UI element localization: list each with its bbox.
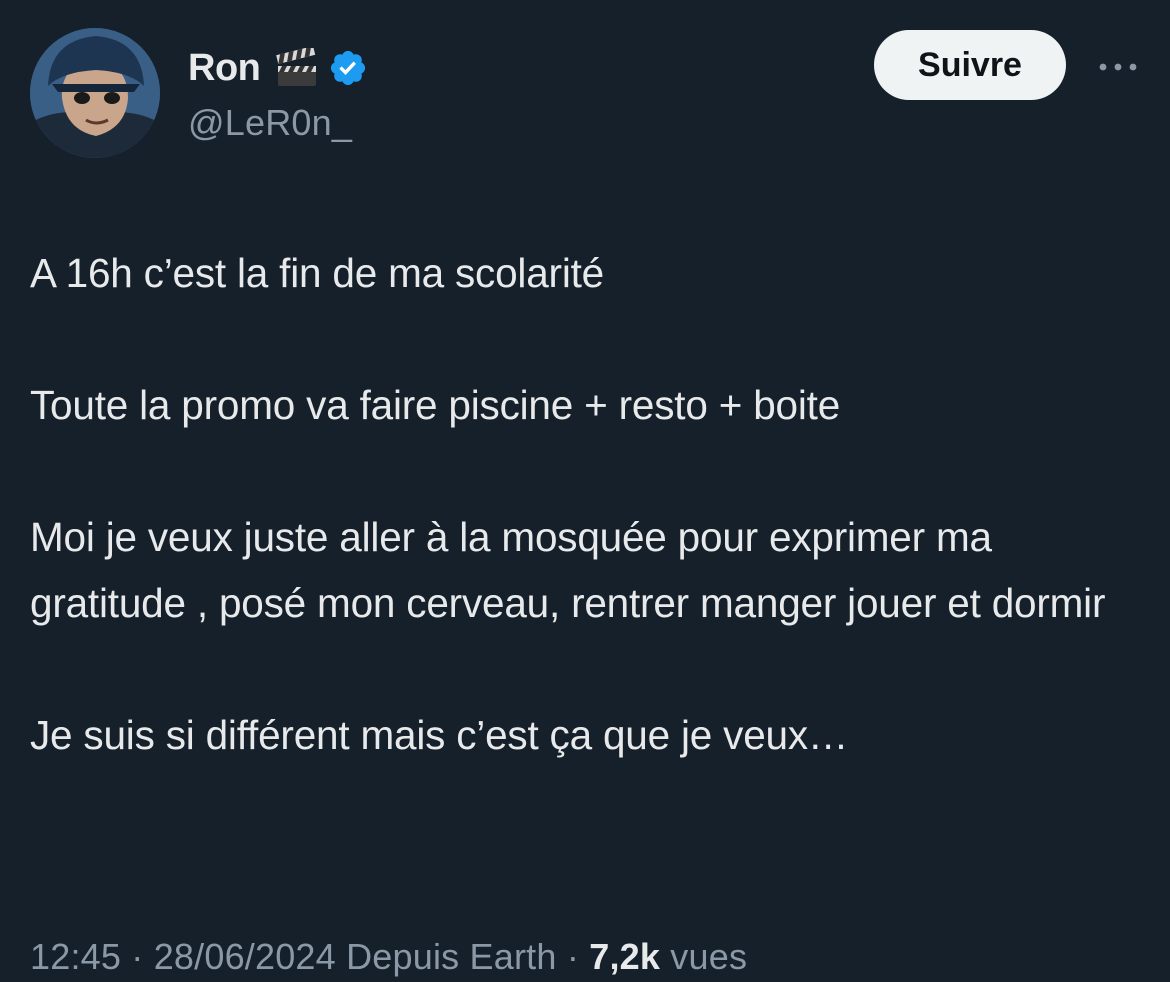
- more-horizontal-icon[interactable]: [1094, 54, 1142, 80]
- meta-separator: ·: [566, 936, 580, 977]
- display-name[interactable]: Ron: [188, 47, 261, 90]
- tweet-source: Depuis Earth: [346, 936, 557, 977]
- views-label: vues: [670, 936, 748, 977]
- timestamp-time[interactable]: 12:45: [30, 936, 121, 977]
- timestamp-date[interactable]: 28/06/2024: [154, 936, 336, 977]
- tweet-metadata: 12:45 · 28/06/2024 Depuis Earth · 7,2k v…: [30, 936, 747, 978]
- tweet-card: Ron @LeR0n_ Suivre A 16h c’est la fin de…: [0, 0, 1170, 982]
- verified-badge-icon[interactable]: [328, 48, 368, 88]
- views-count[interactable]: 7,2k: [589, 936, 660, 977]
- name-row: Ron: [188, 42, 368, 94]
- tweet-paragraph: Moi je veux juste aller à la mosquée pou…: [30, 514, 1106, 626]
- avatar[interactable]: [30, 28, 160, 158]
- handle[interactable]: @LeR0n_: [188, 102, 368, 144]
- tweet-text: A 16h c’est la fin de ma scolarité Toute…: [30, 240, 1140, 768]
- tweet-paragraph: A 16h c’est la fin de ma scolarité: [30, 250, 605, 296]
- follow-button[interactable]: Suivre: [874, 30, 1066, 100]
- tweet-paragraph: Je suis si différent mais c’est ça que j…: [30, 712, 849, 758]
- tweet-paragraph: Toute la promo va faire piscine + resto …: [30, 382, 841, 428]
- author-block: Ron @LeR0n_: [188, 42, 368, 144]
- clapperboard-icon: [274, 46, 320, 88]
- meta-separator: ·: [131, 936, 144, 977]
